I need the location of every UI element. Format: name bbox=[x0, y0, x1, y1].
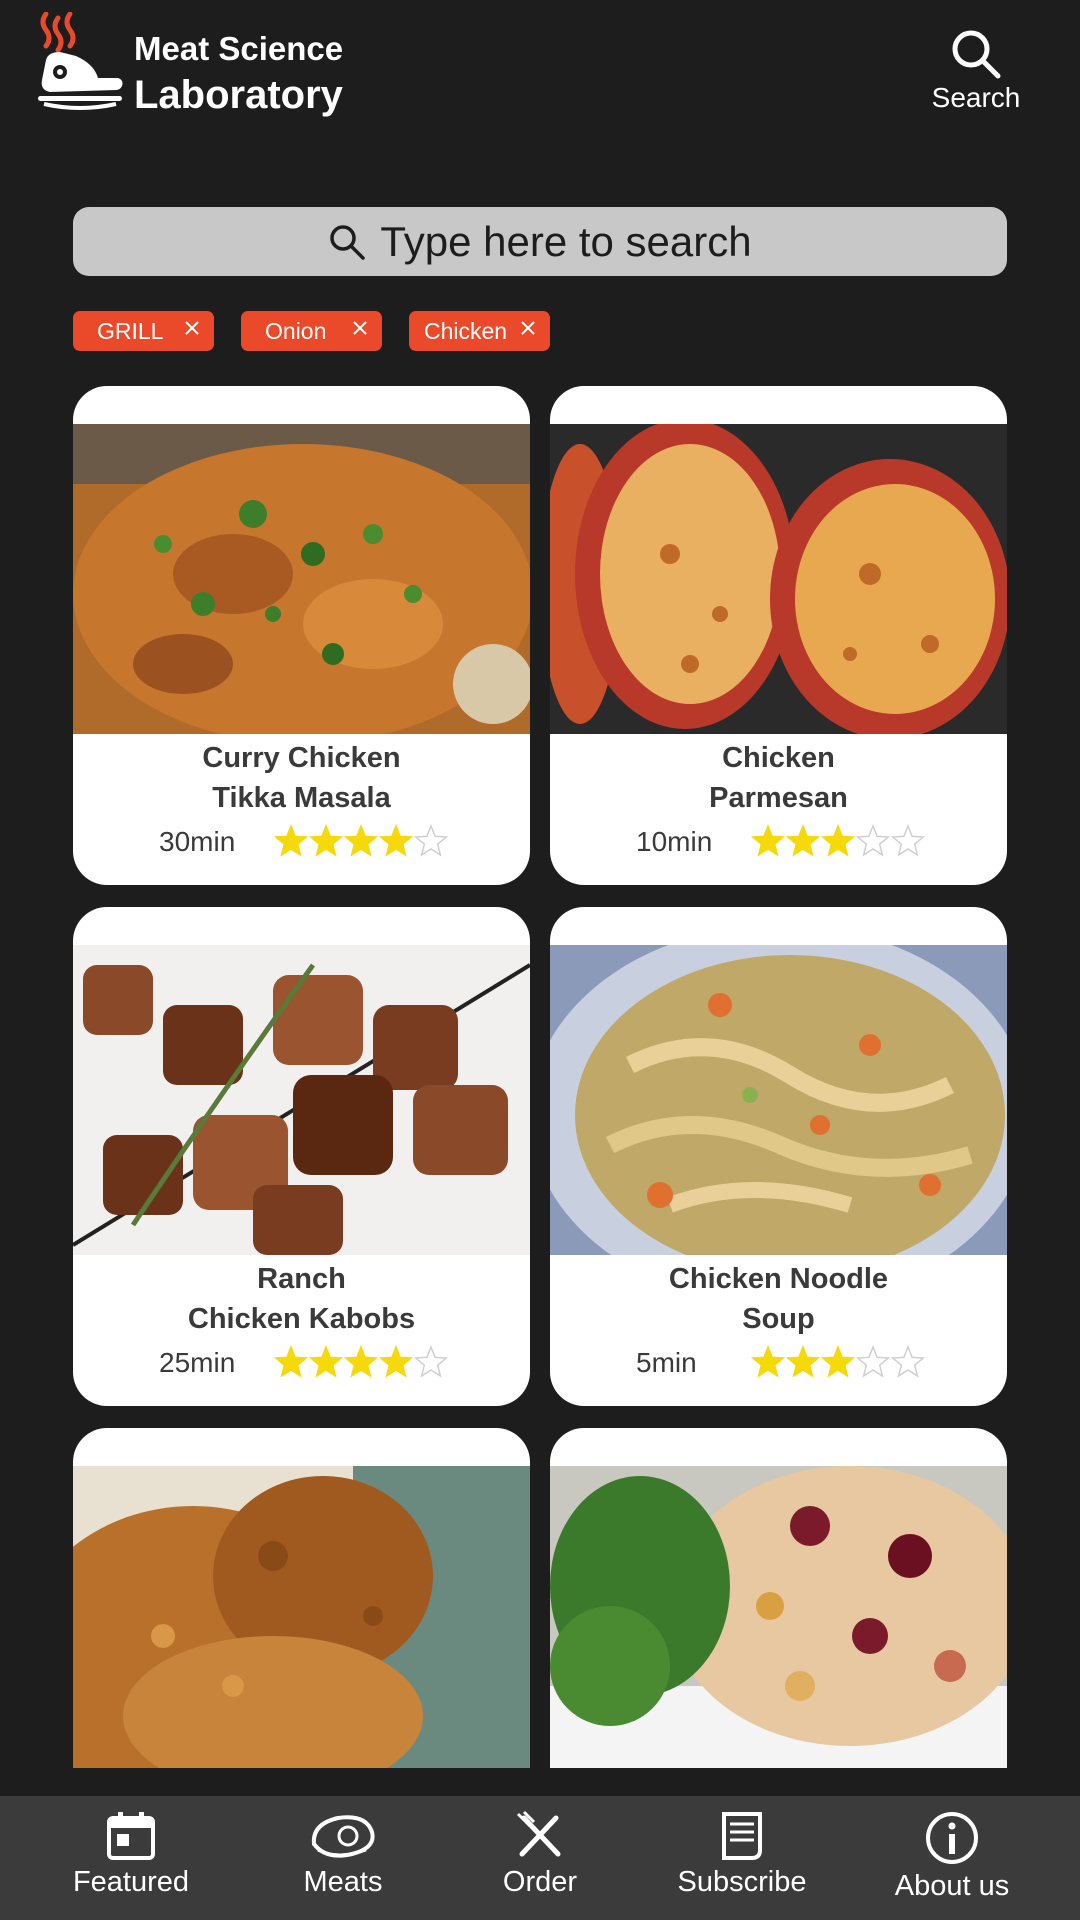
recipe-title: Chicken Noodle Soup bbox=[550, 1259, 1007, 1339]
star-empty-icon bbox=[890, 824, 926, 857]
recipe-image-parmesan bbox=[550, 424, 1007, 734]
filter-chip-label: Chicken bbox=[424, 317, 508, 344]
nav-item-subscribe[interactable]: Subscribe bbox=[662, 1810, 822, 1899]
star-empty-icon bbox=[855, 1345, 891, 1378]
recipe-title-line-1: Curry Chicken bbox=[202, 742, 401, 774]
brand-title: Meat Science Laboratory bbox=[134, 28, 343, 120]
recipe-time: 5min bbox=[636, 1347, 697, 1378]
recipe-meta: 25min bbox=[73, 1345, 530, 1385]
recipe-meta: 10min bbox=[550, 824, 1007, 864]
star-filled-icon bbox=[785, 824, 821, 857]
header-search-button[interactable]: Search bbox=[920, 28, 1032, 114]
recipe-image-kabobs bbox=[73, 945, 530, 1255]
recipe-time: 10min bbox=[636, 826, 713, 857]
star-empty-icon bbox=[413, 824, 449, 857]
recipe-meta: 5min bbox=[550, 1345, 1007, 1385]
recipe-title: Curry Chicken Tikka Masala bbox=[73, 738, 530, 818]
brand-line-2: Laboratory bbox=[134, 73, 343, 117]
star-filled-icon bbox=[785, 1345, 821, 1378]
nav-item-about[interactable]: About us bbox=[872, 1810, 1032, 1903]
nav-item-order[interactable]: Order bbox=[460, 1810, 620, 1899]
star-filled-icon bbox=[820, 1345, 856, 1378]
recipe-time: 30min bbox=[159, 826, 236, 857]
document-icon bbox=[722, 1812, 762, 1860]
star-filled-icon bbox=[378, 1345, 414, 1378]
search-icon bbox=[952, 30, 1001, 79]
meat-icon bbox=[311, 1815, 375, 1858]
header-search-label: Search bbox=[931, 82, 1021, 113]
star-empty-icon bbox=[890, 1345, 926, 1378]
recipe-title-line-1: Ranch bbox=[257, 1263, 346, 1295]
bottom-nav: Featured Meats Order Subscribe About us bbox=[0, 1796, 1080, 1920]
utensils-icon bbox=[516, 1810, 561, 1857]
nav-item-meats[interactable]: Meats bbox=[263, 1810, 423, 1899]
nav-label: Featured bbox=[72, 1866, 190, 1898]
star-filled-icon bbox=[750, 1345, 786, 1378]
close-icon[interactable] bbox=[350, 318, 370, 338]
recipe-title-line-2: Parmesan bbox=[709, 782, 848, 814]
filter-chip-grill[interactable]: GRILL bbox=[73, 311, 214, 351]
nav-label: Subscribe bbox=[677, 1866, 807, 1898]
recipe-card[interactable]: Ranch Chicken Kabobs 25min bbox=[73, 907, 530, 1406]
recipe-card[interactable]: Curry Chicken Tikka Masala 30min bbox=[73, 386, 530, 885]
star-filled-icon bbox=[343, 1345, 379, 1378]
close-icon[interactable] bbox=[518, 318, 538, 338]
star-empty-icon bbox=[855, 824, 891, 857]
search-placeholder: Type here to search bbox=[380, 217, 752, 265]
recipe-title-line-1: Chicken Noodle bbox=[668, 1263, 889, 1295]
recipe-time: 25min bbox=[159, 1347, 236, 1378]
nav-label: About us bbox=[894, 1870, 1010, 1902]
star-filled-icon bbox=[273, 1345, 309, 1378]
calendar-icon bbox=[107, 1812, 155, 1860]
recipe-title-line-1: Chicken bbox=[722, 742, 835, 774]
nav-item-featured[interactable]: Featured bbox=[51, 1810, 211, 1899]
recipe-title: Ranch Chicken Kabobs bbox=[73, 1259, 530, 1339]
star-empty-icon bbox=[413, 1345, 449, 1378]
recipe-card[interactable]: Chicken Noodle Soup 5min bbox=[550, 907, 1007, 1406]
logo-icon bbox=[36, 11, 126, 112]
star-filled-icon bbox=[343, 824, 379, 857]
rating-stars bbox=[273, 1345, 449, 1378]
star-filled-icon bbox=[820, 824, 856, 857]
nav-label: Meats bbox=[303, 1866, 383, 1898]
rating-stars bbox=[273, 824, 449, 857]
recipe-card[interactable] bbox=[73, 1428, 530, 1768]
star-filled-icon bbox=[308, 1345, 344, 1378]
search-input[interactable]: Type here to search bbox=[73, 207, 1007, 276]
recipe-title-line-2: Chicken Kabobs bbox=[187, 1303, 416, 1335]
recipe-title: Chicken Parmesan bbox=[550, 738, 1007, 818]
filter-chip-onion[interactable]: Onion bbox=[241, 311, 382, 351]
recipe-title-line-2: Tikka Masala bbox=[212, 782, 391, 814]
star-filled-icon bbox=[378, 824, 414, 857]
recipe-image-fried-chicken bbox=[73, 1466, 530, 1768]
star-filled-icon bbox=[308, 824, 344, 857]
recipe-card[interactable]: Chicken Parmesan 10min bbox=[550, 386, 1007, 885]
recipe-card[interactable] bbox=[550, 1428, 1007, 1768]
rating-stars bbox=[750, 824, 926, 857]
close-icon[interactable] bbox=[182, 318, 202, 338]
app-header: Meat Science Laboratory Search bbox=[0, 0, 1080, 160]
star-filled-icon bbox=[273, 824, 309, 857]
recipe-image-salad bbox=[550, 1466, 1007, 1768]
recipe-title-line-2: Soup bbox=[742, 1303, 815, 1335]
recipe-meta: 30min bbox=[73, 824, 530, 864]
recipe-image-curry bbox=[73, 424, 530, 734]
recipe-image-noodle-soup bbox=[550, 945, 1007, 1255]
star-filled-icon bbox=[750, 824, 786, 857]
filter-chip-label: GRILL bbox=[97, 317, 164, 344]
filter-chip-label: Onion bbox=[265, 317, 327, 344]
search-icon bbox=[330, 224, 366, 260]
brand-line-1: Meat Science bbox=[134, 30, 344, 67]
filter-chip-chicken[interactable]: Chicken bbox=[409, 311, 550, 351]
info-icon bbox=[926, 1812, 978, 1864]
nav-label: Order bbox=[502, 1866, 578, 1898]
rating-stars bbox=[750, 1345, 926, 1378]
